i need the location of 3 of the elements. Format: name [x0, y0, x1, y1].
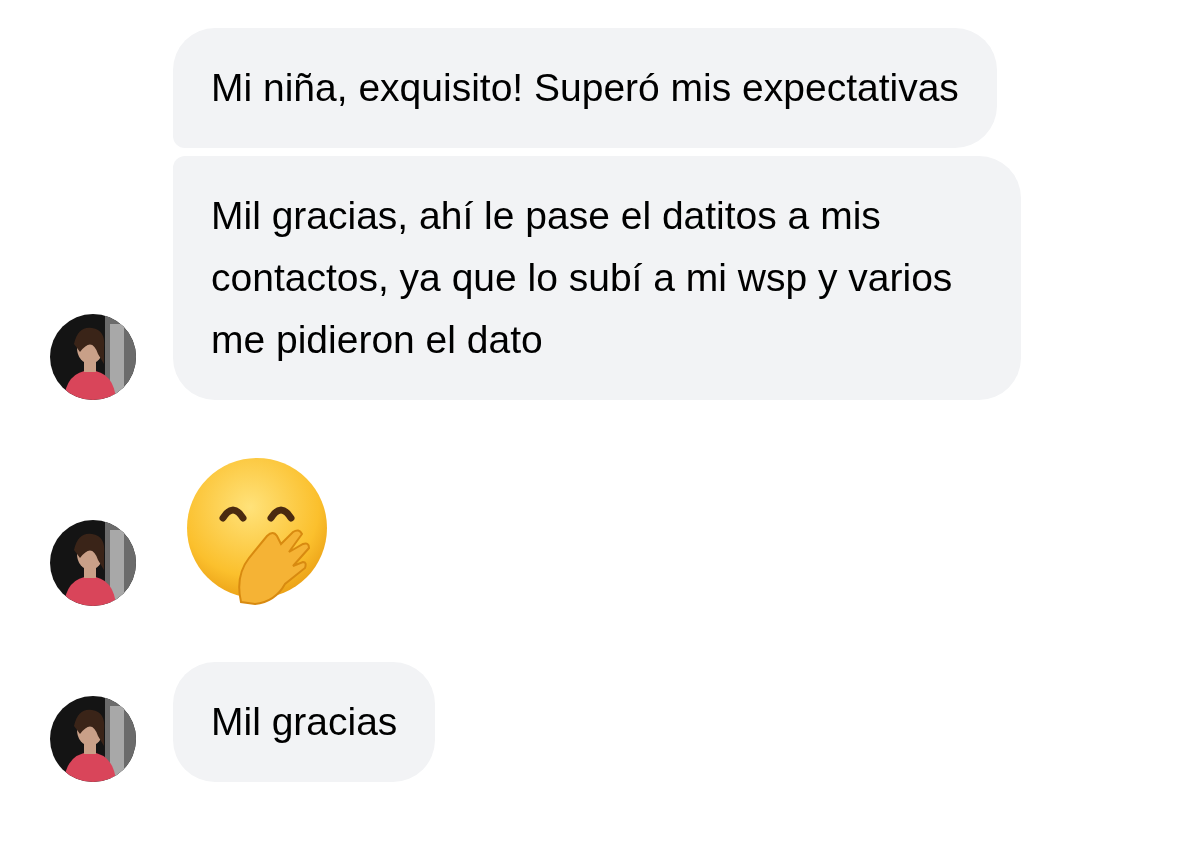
message-bubble: Mil gracias — [173, 662, 436, 782]
message-bubble: Mil gracias, ahí le pase el datitos a mis contactos, ya que lo subí a mi wsp y varios me pidieron el dato — [173, 156, 1021, 400]
message-bubble: Mi niña, exquisito! Superó mis expectativas — [173, 28, 997, 148]
